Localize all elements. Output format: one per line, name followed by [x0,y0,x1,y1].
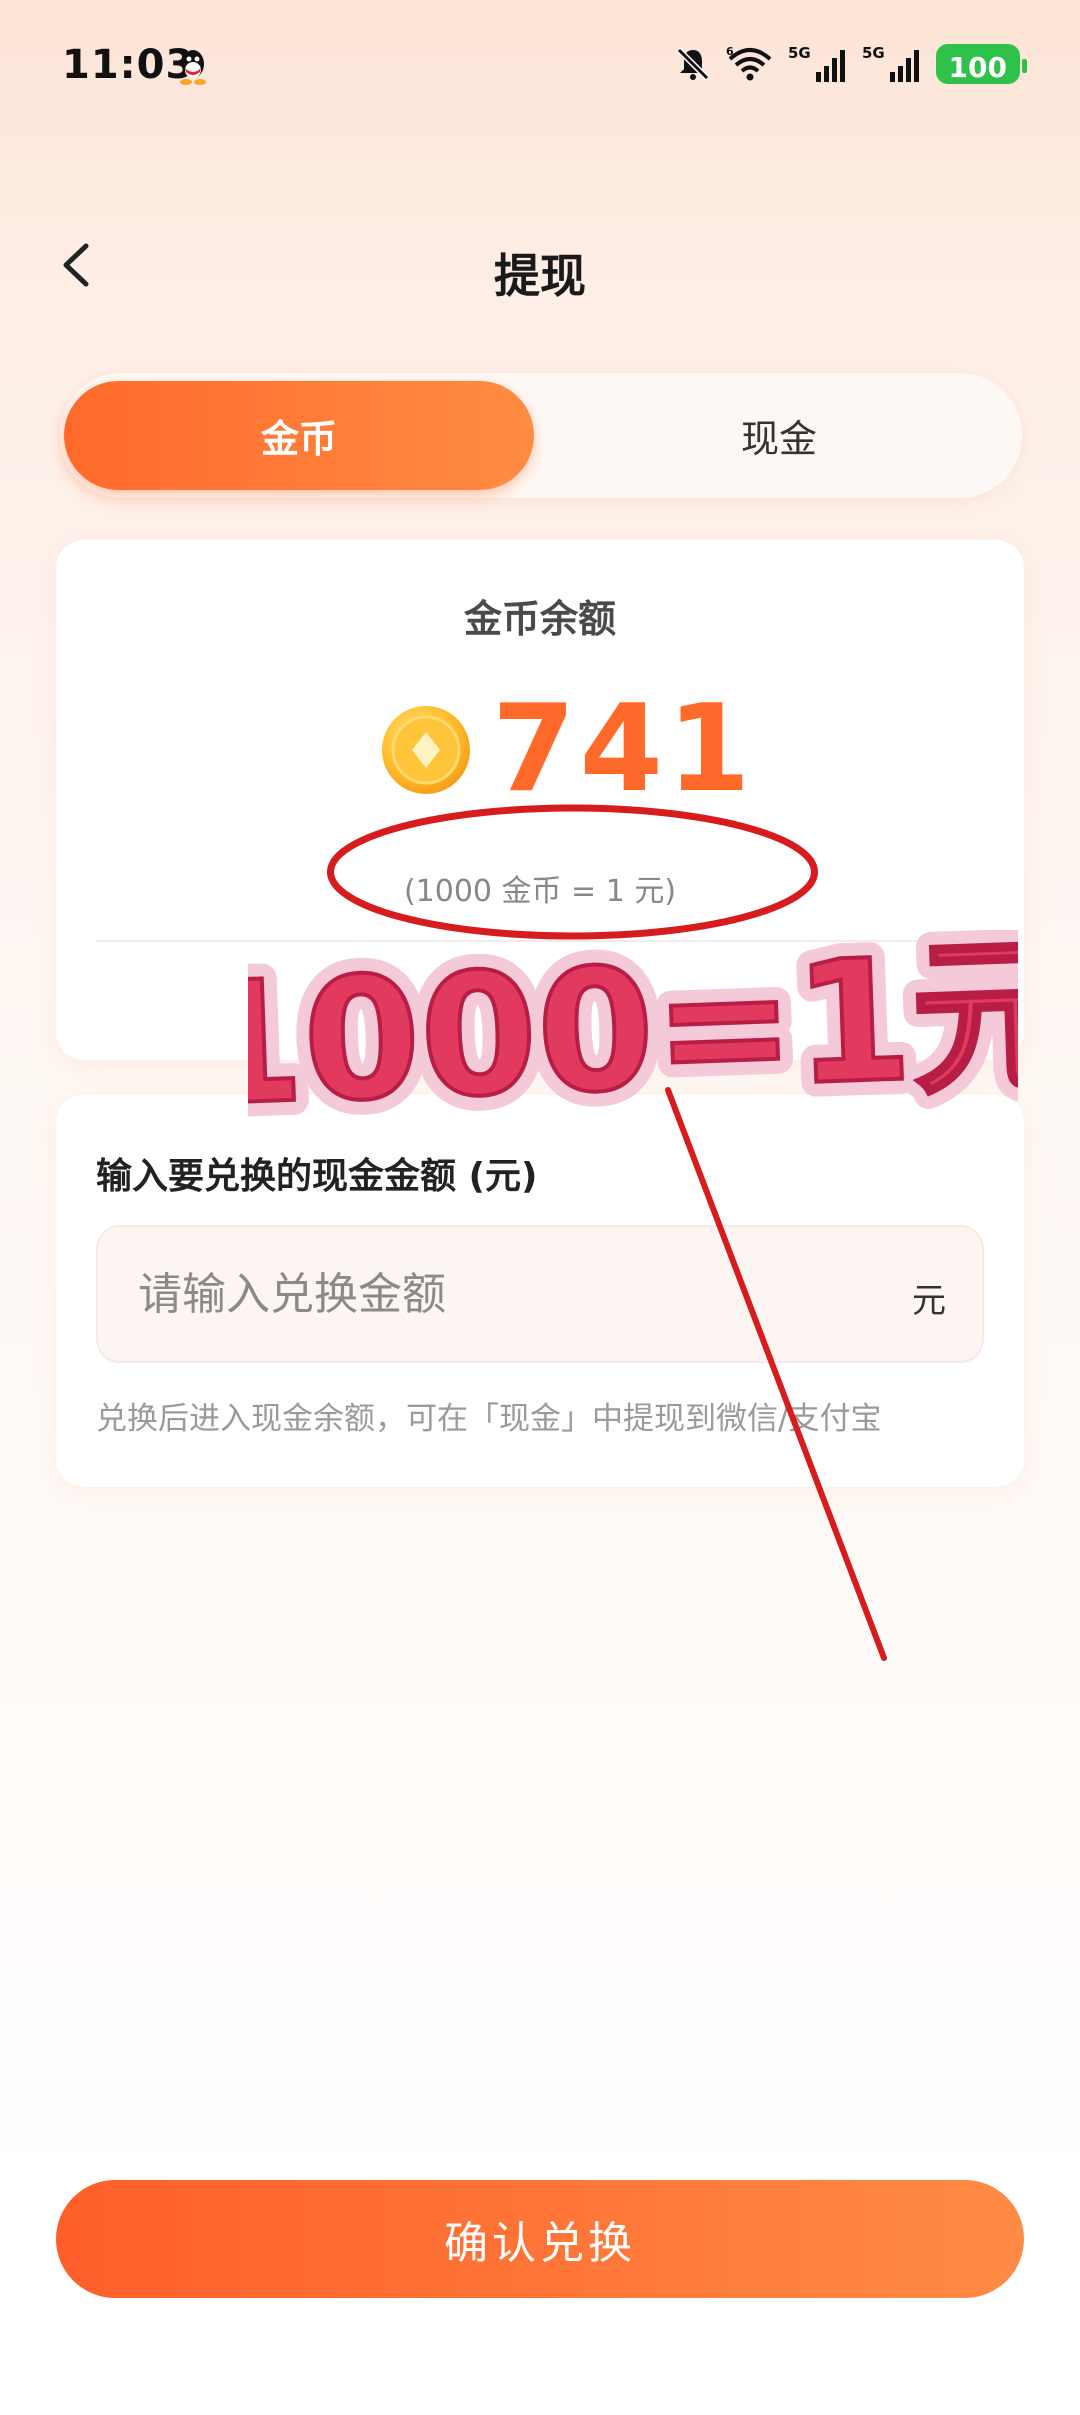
tab-coins[interactable]: 金币 [64,381,534,490]
status-bar: 11:03 6 5G 5G 100 [0,0,1080,130]
svg-text:6: 6 [726,45,734,58]
balance-label: 金币余额 [463,597,616,641]
exchange-hint: 兑换后进入现金余额，可在「现金」中提现到微信/支付宝 [96,1401,882,1437]
mute-bell-icon [676,47,709,81]
gold-coin-icon [382,706,470,794]
network-label: 5G [862,44,885,62]
status-time: 11:03 [62,42,195,88]
exchange-title: 输入要兑换的现金金额 (元) [96,1156,538,1197]
coin-balance: 741 [492,680,755,819]
wifi-icon: 6 [726,45,771,81]
confirm-exchange-button[interactable]: 确认兑换 [56,2180,1024,2298]
signal-icon: 5G [788,44,845,82]
battery-icon: 100 [935,44,1028,84]
status-icons: 6 5G 5G 100 [674,42,1028,86]
unit-label: 元 [912,1281,946,1321]
qq-icon [180,50,206,85]
network-label: 5G [788,44,811,62]
balance-card: 金币余额 741 (1000 金币 = 1 元) [56,540,1024,1060]
page-title: 提现 [494,249,586,303]
annotation-ellipse [327,804,818,940]
amount-input-box: 元 [96,1225,984,1363]
tab-bar: 金币 现金 [60,373,1022,498]
amount-input[interactable] [138,1227,898,1361]
exchange-card: 输入要兑换的现金金额 (元) 元 兑换后进入现金余额，可在「现金」中提现到微信/… [56,1095,1024,1487]
signal-icon: 5G [862,44,919,82]
tab-cash[interactable]: 现金 [540,381,1018,490]
